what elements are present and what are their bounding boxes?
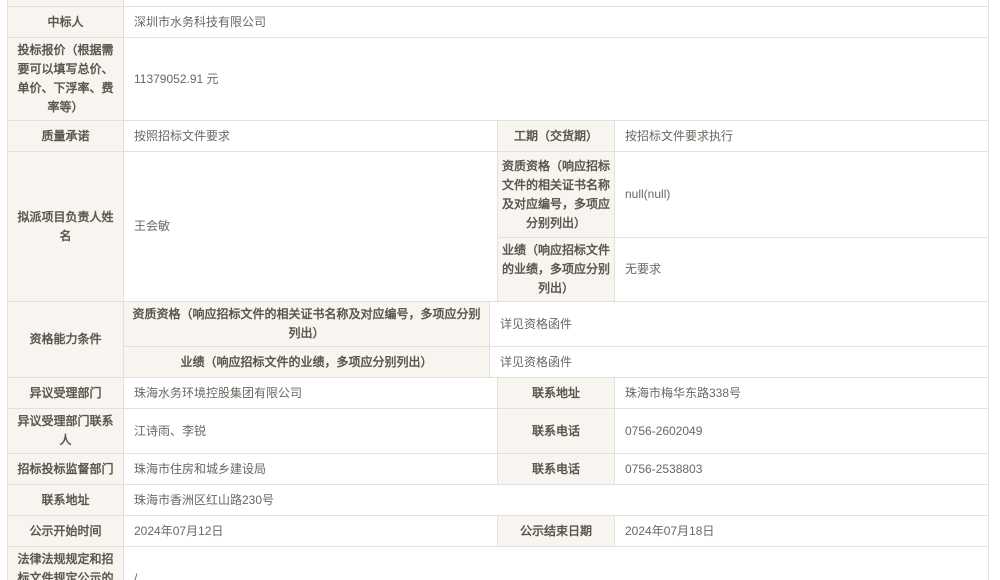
publicity-end-value: 2024年07月18日 (615, 516, 989, 547)
row-project-leader: 拟派项目负责人姓名 王会敏 资质资格（响应招标文件的相关证书名称及对应编号，多项… (8, 152, 989, 238)
contact-addr-value: 珠海市香洲区红山路230号 (124, 485, 989, 516)
supervision-phone-label: 联系电话 (498, 454, 615, 485)
row-winner: 中标人 深圳市水务科技有限公司 (8, 7, 989, 38)
publicity-start-value: 2024年07月12日 (124, 516, 498, 547)
capability-performance-value: 详见资格函件 (490, 347, 989, 378)
capability-performance-label: 业绩（响应招标文件的业绩，多项应分别列出） (124, 347, 490, 378)
row-quality-duration: 质量承诺 按照招标文件要求 工期（交货期） 按招标文件要求执行 (8, 121, 989, 152)
quality-label: 质量承诺 (8, 121, 124, 152)
bid-price-label: 投标报价（根据需要可以填写总价、单价、下浮率、费率等） (8, 38, 124, 121)
row-supervision-dept: 招标投标监督部门 珠海市住房和城乡建设局 联系电话 0756-2538803 (8, 454, 989, 485)
row-objection-dept: 异议受理部门 珠海水务环境控股集团有限公司 联系地址 珠海市梅华东路338号 (8, 378, 989, 409)
leader-performance-label: 业绩（响应招标文件的业绩，多项应分别列出） (498, 238, 615, 302)
row-bid-price: 投标报价（根据需要可以填写总价、单价、下浮率、费率等） 11379052.91 … (8, 38, 989, 121)
row-objection-contact: 异议受理部门联系人 江诗雨、李锐 联系电话 0756-2602049 (8, 409, 989, 454)
other-content-value: / (124, 547, 989, 580)
objection-contact-label: 异议受理部门联系人 (8, 409, 124, 454)
bid-announcement-table: 中标人 深圳市水务科技有限公司 投标报价（根据需要可以填写总价、单价、下浮率、费… (7, 0, 989, 580)
supervision-dept-label: 招标投标监督部门 (8, 454, 124, 485)
leader-qualification-label: 资质资格（响应招标文件的相关证书名称及对应编号，多项应分别列出） (498, 152, 615, 238)
objection-phone-label: 联系电话 (498, 409, 615, 454)
row-capability-performance: 业绩（响应招标文件的业绩，多项应分别列出） 详见资格函件 (8, 347, 989, 378)
capability-label: 资格能力条件 (8, 302, 124, 378)
publicity-end-label: 公示结束日期 (498, 516, 615, 547)
capability-qualification-value: 详见资格函件 (490, 302, 989, 347)
supervision-phone-value: 0756-2538803 (615, 454, 989, 485)
quality-value: 按照招标文件要求 (124, 121, 498, 152)
objection-dept-label: 异议受理部门 (8, 378, 124, 409)
leader-performance-value: 无要求 (615, 238, 989, 302)
other-content-label: 法律法规规定和招标文件规定公示的其他内容 (8, 547, 124, 580)
objection-addr-value: 珠海市梅华东路338号 (615, 378, 989, 409)
duration-value: 按招标文件要求执行 (615, 121, 989, 152)
objection-addr-label: 联系地址 (498, 378, 615, 409)
row-capability-qualification: 资格能力条件 资质资格（响应招标文件的相关证书名称及对应编号，多项应分别列出） … (8, 302, 989, 347)
supervision-dept-value: 珠海市住房和城乡建设局 (124, 454, 498, 485)
capability-qualification-label: 资质资格（响应招标文件的相关证书名称及对应编号，多项应分别列出） (124, 302, 490, 347)
objection-dept-value: 珠海水务环境控股集团有限公司 (124, 378, 498, 409)
leader-qualification-value: null(null) (615, 152, 989, 238)
duration-label: 工期（交货期） (498, 121, 615, 152)
row-publicity-dates: 公示开始时间 2024年07月12日 公示结束日期 2024年07月18日 (8, 516, 989, 547)
bid-price-value: 11379052.91 元 (124, 38, 989, 121)
bid-announcement-page: 中标人 深圳市水务科技有限公司 投标报价（根据需要可以填写总价、单价、下浮率、费… (0, 0, 1000, 580)
winner-label: 中标人 (8, 7, 124, 38)
contact-addr-label: 联系地址 (8, 485, 124, 516)
winner-value: 深圳市水务科技有限公司 (124, 7, 989, 38)
row-other-content: 法律法规规定和招标文件规定公示的其他内容 / (8, 547, 989, 580)
objection-contact-value: 江诗雨、李锐 (124, 409, 498, 454)
project-leader-label: 拟派项目负责人姓名 (8, 152, 124, 302)
project-leader-value: 王会敏 (124, 152, 498, 302)
objection-phone-value: 0756-2602049 (615, 409, 989, 454)
publicity-start-label: 公示开始时间 (8, 516, 124, 547)
row-contact-addr: 联系地址 珠海市香洲区红山路230号 (8, 485, 989, 516)
